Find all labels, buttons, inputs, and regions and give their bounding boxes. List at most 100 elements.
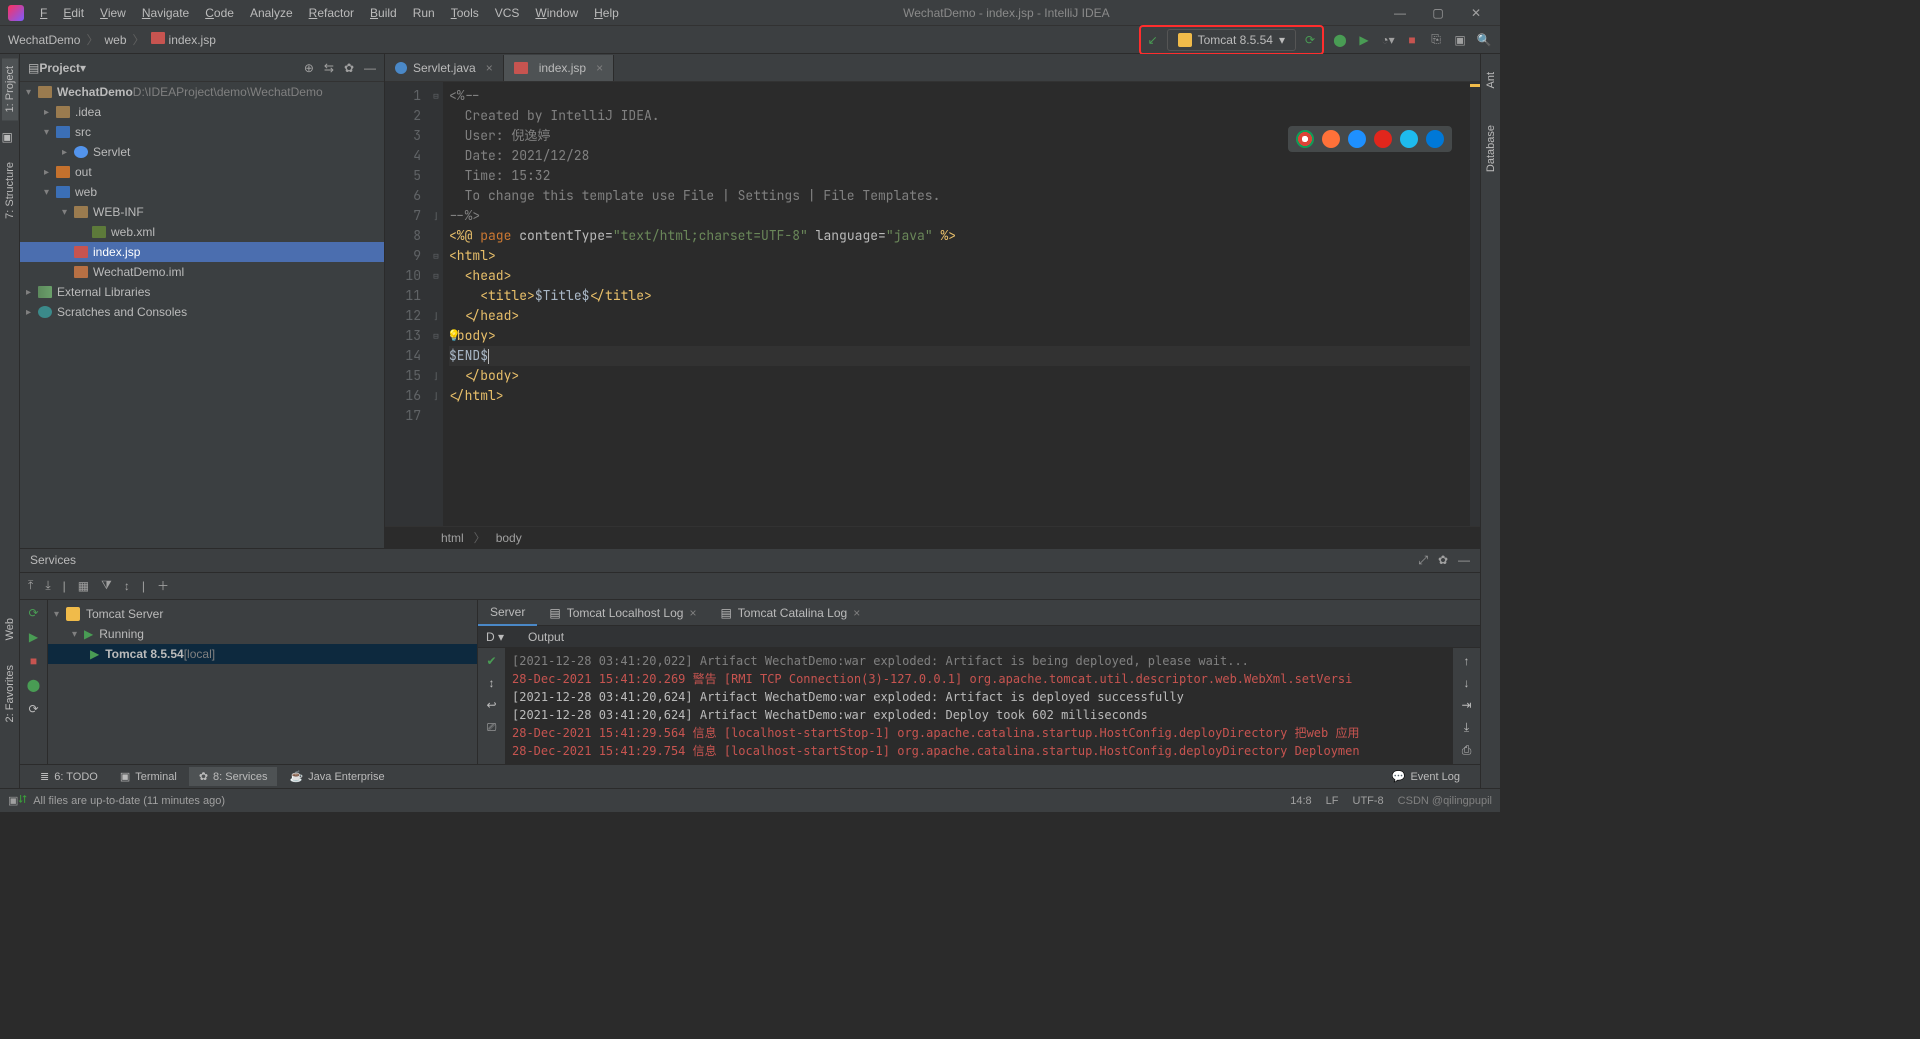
menu-code[interactable]: Code xyxy=(199,4,240,22)
debug-icon[interactable]: ⬤ xyxy=(27,678,40,692)
close-button[interactable]: ✕ xyxy=(1464,6,1488,20)
chrome-icon[interactable] xyxy=(1296,130,1314,148)
bulb-icon[interactable]: 💡 xyxy=(447,326,461,346)
tab-index[interactable]: index.jsp× xyxy=(504,55,614,81)
opera-icon[interactable] xyxy=(1374,130,1392,148)
svc-tab-catalina[interactable]: ▤Tomcat Catalina Log × xyxy=(708,600,872,626)
menu-help[interactable]: Help xyxy=(588,4,625,22)
tree-scratches[interactable]: ▸Scratches and Consoles xyxy=(20,302,384,322)
sidebar-tab-ant[interactable]: Ant xyxy=(1483,64,1499,97)
select-opened-icon[interactable]: ⊕ xyxy=(304,61,314,75)
menu-tools[interactable]: Tools xyxy=(445,4,485,22)
fold-gutter[interactable]: ⊟⌋⊟⊟⌋⊟⌋⌋ xyxy=(429,82,443,526)
collapse-all-icon[interactable]: ⇆ xyxy=(324,61,334,75)
edge-icon[interactable] xyxy=(1426,130,1444,148)
stop-icon[interactable]: ■ xyxy=(30,654,37,668)
tw-todo[interactable]: ≣6: TODO xyxy=(30,767,108,786)
tw-eventlog[interactable]: 💬Event Log xyxy=(1382,767,1470,786)
menu-vcs[interactable]: VCS xyxy=(489,4,526,22)
services-tree[interactable]: ▾Tomcat Server ▾▶Running ▶Tomcat 8.5.54 … xyxy=(48,600,478,764)
scroll-icon[interactable]: ↕ xyxy=(489,676,495,690)
menu-build[interactable]: Build xyxy=(364,4,403,22)
vcs-commit-icon[interactable]: ▣ xyxy=(1452,32,1468,48)
menu-window[interactable]: Window xyxy=(529,4,584,22)
down-icon[interactable]: ↓ xyxy=(1464,676,1470,690)
tab-servlet[interactable]: Servlet.java× xyxy=(385,55,504,81)
deploy-toggle[interactable]: D ▾ xyxy=(486,630,504,644)
group-icon[interactable]: ▦ xyxy=(78,579,89,593)
caret-position[interactable]: 14:8 xyxy=(1290,795,1311,807)
menu-analyze[interactable]: Analyze xyxy=(244,4,299,22)
chevron-down-icon[interactable]: ▾ xyxy=(80,61,86,75)
crumb-html[interactable]: html xyxy=(441,531,464,545)
tree-src[interactable]: ▾src xyxy=(20,122,384,142)
run-config-selector[interactable]: Tomcat 8.5.54 ▾ xyxy=(1167,29,1296,51)
hide-panel-icon[interactable]: — xyxy=(364,61,376,75)
svc-instance[interactable]: ▶Tomcat 8.5.54 [local] xyxy=(48,644,477,664)
sidebar-tab-web[interactable]: Web xyxy=(2,610,18,648)
collapse-all-icon[interactable]: ⤓ xyxy=(45,578,50,593)
tree-indexjsp[interactable]: index.jsp xyxy=(20,242,384,262)
editor-breadcrumbs[interactable]: html 〉 body xyxy=(385,526,1480,548)
coverage-button[interactable]: ▶ xyxy=(1356,32,1372,48)
tw-javaee[interactable]: ☕Java Enterprise xyxy=(279,767,394,786)
ie-icon[interactable] xyxy=(1400,130,1418,148)
crumb-body[interactable]: body xyxy=(496,531,522,545)
project-tree[interactable]: ▾WechatDemo D:\IDEAProject\demo\WechatDe… xyxy=(20,82,384,548)
crumb-web[interactable]: web xyxy=(105,33,127,47)
line-sep[interactable]: LF xyxy=(1326,795,1339,807)
editor-body[interactable]: 1234567891011121314151617 ⊟⌋⊟⊟⌋⊟⌋⌋ <%-- … xyxy=(385,82,1480,526)
add-icon[interactable]: ＋ xyxy=(157,577,169,594)
stop-button[interactable]: ■ xyxy=(1404,32,1420,48)
folder-icon[interactable]: ▣ xyxy=(2,130,18,146)
sidebar-tab-database[interactable]: Database xyxy=(1483,117,1499,180)
svc-root[interactable]: ▾Tomcat Server xyxy=(48,604,477,624)
sidebar-tab-favorites[interactable]: 2: Favorites xyxy=(2,657,18,730)
tree-external[interactable]: ▸External Libraries xyxy=(20,282,384,302)
sidebar-tab-project[interactable]: 1: Project xyxy=(2,58,18,120)
print-icon[interactable]: ⎙ xyxy=(1462,743,1472,758)
menu-file[interactable]: F xyxy=(34,4,53,22)
safari-icon[interactable] xyxy=(1348,130,1366,148)
error-stripe[interactable] xyxy=(1470,82,1480,526)
expand-all-icon[interactable]: ⤒ xyxy=(28,578,33,593)
console-output[interactable]: [2021-12-28 03:41:20,022] Artifact Wecha… xyxy=(506,648,1452,764)
crumb-project[interactable]: WechatDemo xyxy=(8,33,80,47)
wrap-icon[interactable]: ⇥ xyxy=(1461,698,1471,712)
close-icon[interactable]: × xyxy=(486,61,493,75)
run-button[interactable]: ⟳ xyxy=(1302,32,1318,48)
menu-run[interactable]: Run xyxy=(407,4,441,22)
sort-icon[interactable]: ↕ xyxy=(124,579,130,593)
sidebar-tab-structure[interactable]: 7: Structure xyxy=(2,154,18,227)
close-icon[interactable]: × xyxy=(596,61,603,75)
svc-tab-server[interactable]: Server xyxy=(478,600,537,626)
svc-tab-localhost[interactable]: ▤Tomcat Localhost Log × xyxy=(537,600,708,626)
toolwin-toggle-icon[interactable]: ▣ xyxy=(8,794,18,807)
crumb-file[interactable]: index.jsp xyxy=(151,32,216,47)
tree-idea[interactable]: ▸.idea xyxy=(20,102,384,122)
more-icon[interactable]: ⟳ xyxy=(28,702,38,716)
gear-icon[interactable]: ✿ xyxy=(1438,553,1448,568)
hide-icon[interactable]: — xyxy=(1458,553,1470,568)
minimize-button[interactable]: — xyxy=(1388,6,1412,20)
build-icon[interactable]: ↙ xyxy=(1145,32,1161,48)
gear-icon[interactable]: ✿ xyxy=(344,61,354,75)
expand-icon[interactable]: ⤢ xyxy=(1418,553,1428,568)
tree-webinf[interactable]: ▾WEB-INF xyxy=(20,202,384,222)
encoding[interactable]: UTF-8 xyxy=(1353,795,1384,807)
scroll-end-icon[interactable]: ⤓ xyxy=(1464,720,1469,735)
filter-icon[interactable]: ⧩ xyxy=(101,578,112,593)
debug-button[interactable]: ⬤ xyxy=(1332,32,1348,48)
tree-root[interactable]: ▾WechatDemo D:\IDEAProject\demo\WechatDe… xyxy=(20,82,384,102)
svc-running[interactable]: ▾▶Running xyxy=(48,624,477,644)
tree-webxml[interactable]: web.xml xyxy=(20,222,384,242)
up-icon[interactable]: ↑ xyxy=(1464,654,1470,668)
tree-web[interactable]: ▾web xyxy=(20,182,384,202)
menu-refactor[interactable]: Refactor xyxy=(303,4,360,22)
tree-out[interactable]: ▸out xyxy=(20,162,384,182)
rerun-icon[interactable]: ⟳ xyxy=(28,606,38,620)
profile-button[interactable]: ◔▾ xyxy=(1380,32,1396,48)
vcs-update-icon[interactable]: ⎘ xyxy=(1428,32,1444,48)
tree-iml[interactable]: WechatDemo.iml xyxy=(20,262,384,282)
soft-wrap-icon[interactable]: ↩ xyxy=(486,698,496,712)
